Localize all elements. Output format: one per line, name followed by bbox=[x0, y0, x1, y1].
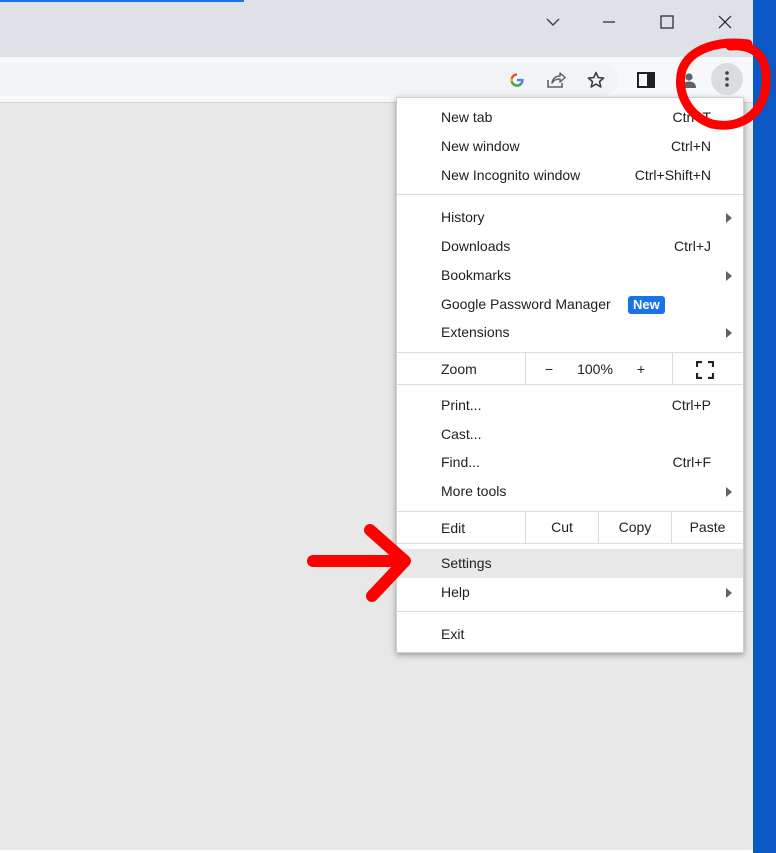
side-panel-icon bbox=[637, 72, 655, 88]
menu-separator bbox=[397, 194, 743, 195]
cut-button[interactable]: Cut bbox=[526, 513, 598, 542]
chevron-right-icon bbox=[726, 213, 732, 223]
menu-item-new-window[interactable]: New window Ctrl+N bbox=[397, 132, 743, 161]
paste-button[interactable]: Paste bbox=[672, 513, 743, 542]
close-button[interactable] bbox=[703, 6, 747, 38]
side-panel-button[interactable] bbox=[631, 65, 661, 95]
menu-separator bbox=[397, 611, 743, 612]
google-icon bbox=[510, 73, 524, 87]
menu-item-help[interactable]: Help bbox=[397, 578, 743, 607]
menu-separator bbox=[397, 384, 743, 385]
zoom-divider bbox=[672, 353, 673, 384]
tab-strip bbox=[0, 0, 753, 57]
menu-item-extensions[interactable]: Extensions bbox=[397, 318, 743, 347]
menu-separator bbox=[397, 543, 743, 544]
menu-item-bookmarks[interactable]: Bookmarks bbox=[397, 261, 743, 290]
menu-item-password-manager[interactable]: Google Password Manager New bbox=[397, 290, 743, 319]
more-options-icon bbox=[725, 71, 729, 87]
menu-item-new-tab[interactable]: New tab Ctrl+T bbox=[397, 103, 743, 132]
minimize-button[interactable] bbox=[587, 6, 631, 38]
close-icon bbox=[718, 15, 732, 29]
copy-button[interactable]: Copy bbox=[599, 513, 671, 542]
zoom-out-button[interactable]: − bbox=[535, 355, 563, 384]
menu-separator bbox=[397, 352, 743, 353]
share-button[interactable] bbox=[541, 65, 571, 95]
address-bar[interactable] bbox=[0, 63, 618, 96]
menu-item-exit[interactable]: Exit bbox=[397, 620, 743, 649]
menu-separator bbox=[397, 511, 743, 512]
menu-item-find[interactable]: Find... Ctrl+F bbox=[397, 448, 743, 477]
active-tab-edge bbox=[0, 0, 244, 2]
fullscreen-icon bbox=[695, 361, 715, 380]
tab-search-button[interactable] bbox=[531, 6, 575, 38]
maximize-icon bbox=[660, 15, 674, 29]
zoom-in-button[interactable]: + bbox=[627, 355, 655, 384]
menu-item-cast[interactable]: Cast... bbox=[397, 420, 743, 449]
zoom-divider bbox=[525, 353, 526, 384]
menu-item-settings[interactable]: Settings bbox=[397, 549, 743, 578]
menu-item-new-incognito[interactable]: New Incognito window Ctrl+Shift+N bbox=[397, 161, 743, 190]
chrome-main-menu: New tab Ctrl+T New window Ctrl+N New Inc… bbox=[396, 97, 744, 653]
chevron-right-icon bbox=[726, 588, 732, 598]
profile-button[interactable] bbox=[674, 65, 704, 95]
menu-item-more-tools[interactable]: More tools bbox=[397, 477, 743, 506]
menu-item-print[interactable]: Print... Ctrl+P bbox=[397, 391, 743, 420]
google-lens-button[interactable] bbox=[502, 65, 532, 95]
fullscreen-button[interactable] bbox=[687, 355, 723, 384]
more-options-button[interactable] bbox=[711, 63, 743, 95]
bookmark-star-button[interactable] bbox=[581, 65, 611, 95]
minimize-icon bbox=[603, 21, 615, 23]
profile-icon bbox=[682, 73, 696, 88]
chevron-right-icon bbox=[726, 328, 732, 338]
chevron-right-icon bbox=[726, 487, 732, 497]
share-icon bbox=[547, 72, 566, 88]
maximize-button[interactable] bbox=[645, 6, 689, 38]
chevron-right-icon bbox=[726, 271, 732, 281]
new-badge: New bbox=[628, 296, 665, 314]
menu-item-history[interactable]: History bbox=[397, 203, 743, 232]
menu-item-downloads[interactable]: Downloads Ctrl+J bbox=[397, 232, 743, 261]
star-icon bbox=[587, 71, 605, 88]
zoom-level: 100% bbox=[577, 361, 613, 377]
chevron-down-icon bbox=[546, 18, 560, 26]
